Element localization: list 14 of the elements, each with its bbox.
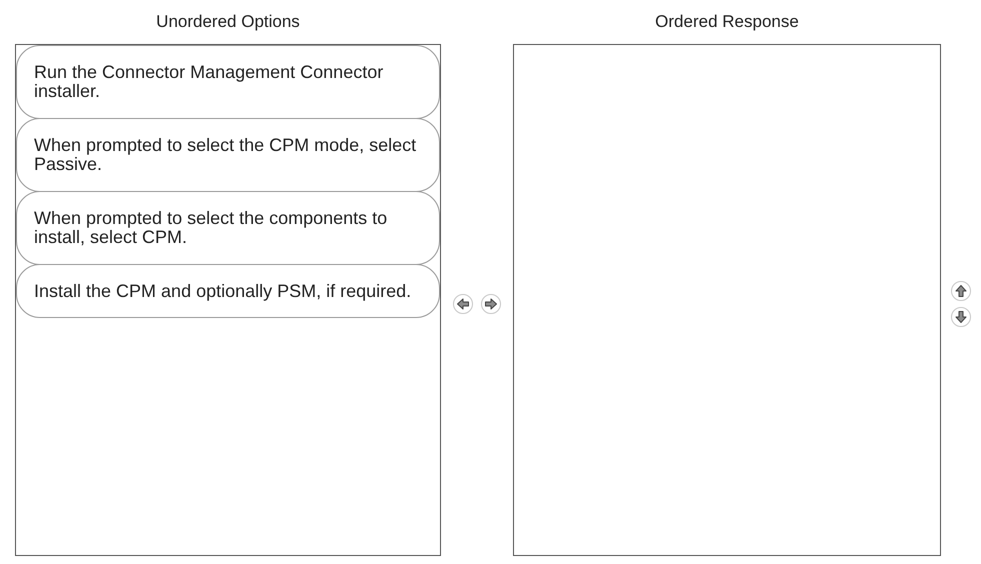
move-up-button[interactable] [951,281,971,301]
arrow-left-icon [456,297,470,311]
arrow-up-icon [954,284,968,298]
option-item[interactable]: When prompted to select the components to install, select CPM. [16,191,440,265]
option-item[interactable]: Install the CPM and optionally PSM, if required. [16,264,440,318]
column-title: Ordered Response [655,11,799,34]
move-left-button[interactable] [453,294,473,314]
option-item[interactable]: When prompted to select the CPM mode, select Passive. [16,118,440,192]
move-right-button[interactable] [481,294,501,314]
column-title: Unordered Options [156,11,300,34]
arrow-down-icon [954,310,968,324]
move-down-button[interactable] [951,307,971,327]
option-item[interactable]: Run the Connector Management Connector installer. [16,45,440,119]
arrow-right-icon [484,297,498,311]
